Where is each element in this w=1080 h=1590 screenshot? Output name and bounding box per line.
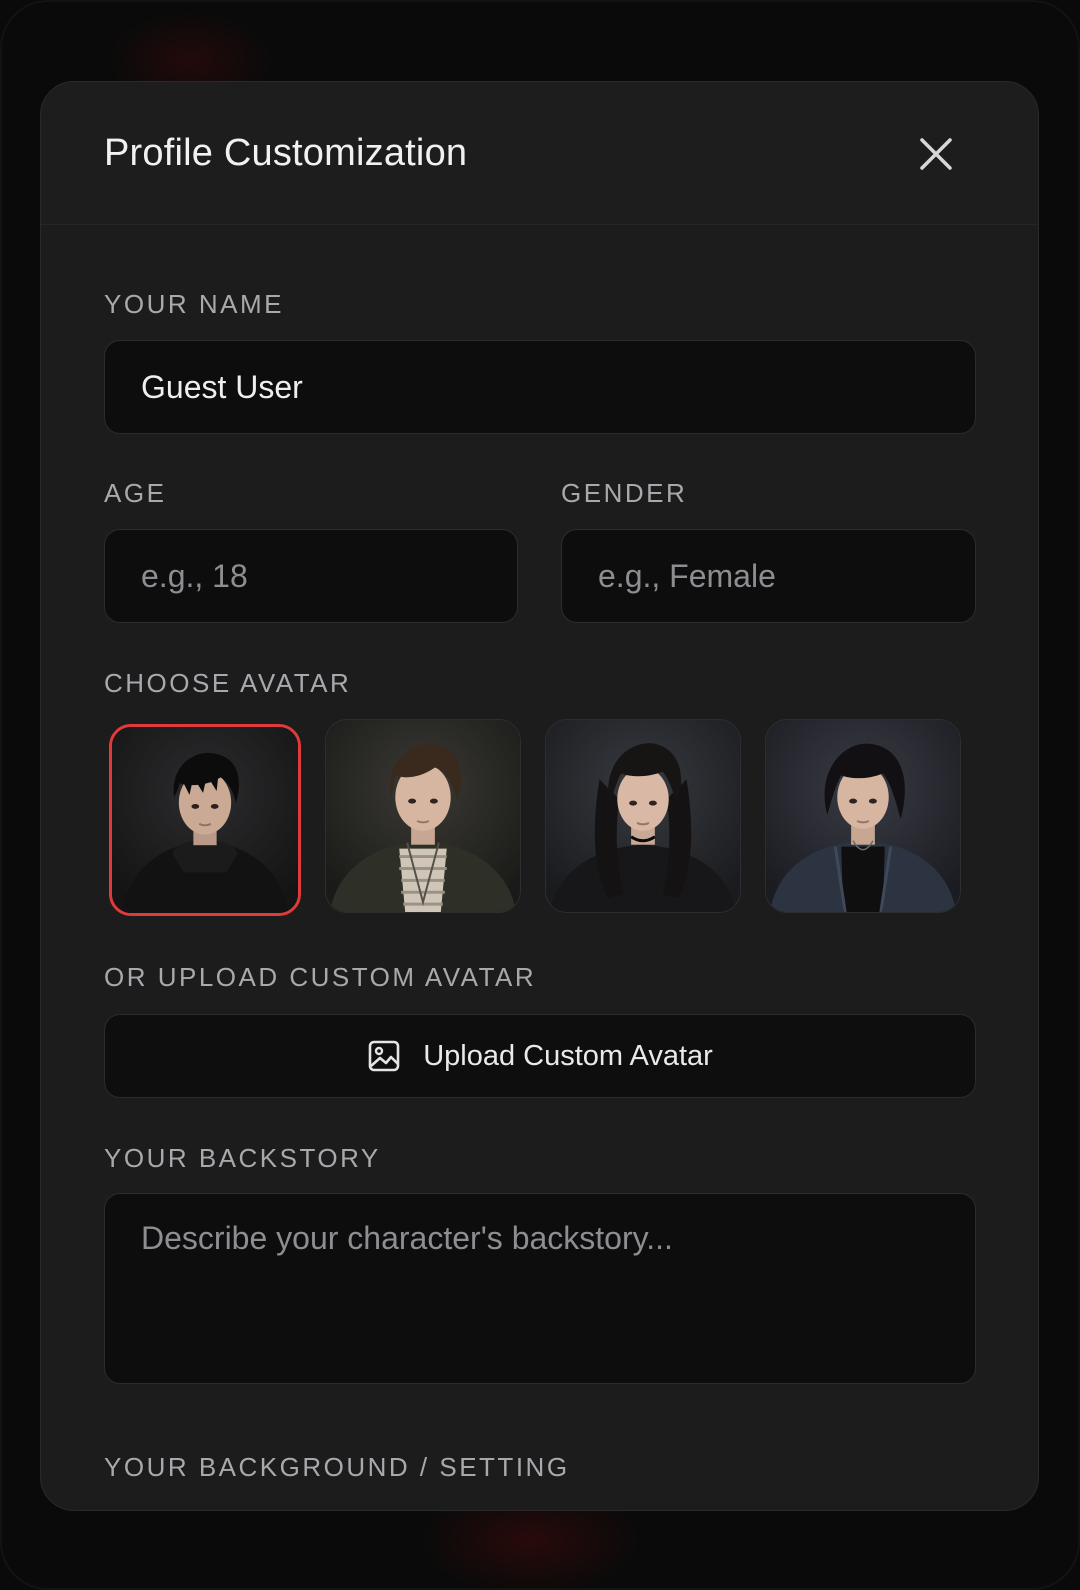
name-input[interactable] [105, 341, 975, 433]
avatar-girl-black-hoodie [546, 720, 740, 912]
upload-custom-avatar-button[interactable]: Upload Custom Avatar [104, 1014, 976, 1098]
avatar-option-1[interactable] [109, 724, 301, 916]
image-icon [368, 1040, 400, 1072]
backstory-field-wrapper [104, 1193, 976, 1384]
modal-title: Profile Customization [104, 132, 468, 174]
background-setting-label: YOUR BACKGROUND / SETTING [104, 1452, 570, 1482]
avatar-boy-black-hoodie [112, 727, 298, 913]
age-label: AGE [104, 478, 167, 508]
profile-customization-modal: Profile Customization YOUR NAME AGE GEND… [40, 81, 1039, 1511]
backstory-textarea[interactable] [105, 1194, 975, 1383]
close-button[interactable] [914, 132, 958, 176]
gender-input[interactable] [562, 530, 975, 622]
upload-button-content: Upload Custom Avatar [105, 1015, 975, 1097]
upload-label: OR UPLOAD CUSTOM AVATAR [104, 962, 537, 992]
name-label: YOUR NAME [104, 289, 284, 319]
avatar-boy-olive-jacket [326, 720, 520, 912]
avatar-option-3[interactable] [545, 719, 741, 913]
age-field-wrapper [104, 529, 518, 623]
avatar-girl-denim-jacket [766, 720, 960, 912]
close-icon [920, 138, 952, 170]
backstory-label: YOUR BACKSTORY [104, 1143, 381, 1173]
avatar-label: CHOOSE AVATAR [104, 668, 352, 698]
name-field-wrapper [104, 340, 976, 434]
modal-header: Profile Customization [41, 82, 1038, 225]
avatar-option-4[interactable] [765, 719, 961, 913]
gender-field-wrapper [561, 529, 976, 623]
age-input[interactable] [105, 530, 517, 622]
avatar-option-2[interactable] [325, 719, 521, 913]
upload-button-label: Upload Custom Avatar [423, 1039, 713, 1072]
gender-label: GENDER [561, 478, 688, 508]
